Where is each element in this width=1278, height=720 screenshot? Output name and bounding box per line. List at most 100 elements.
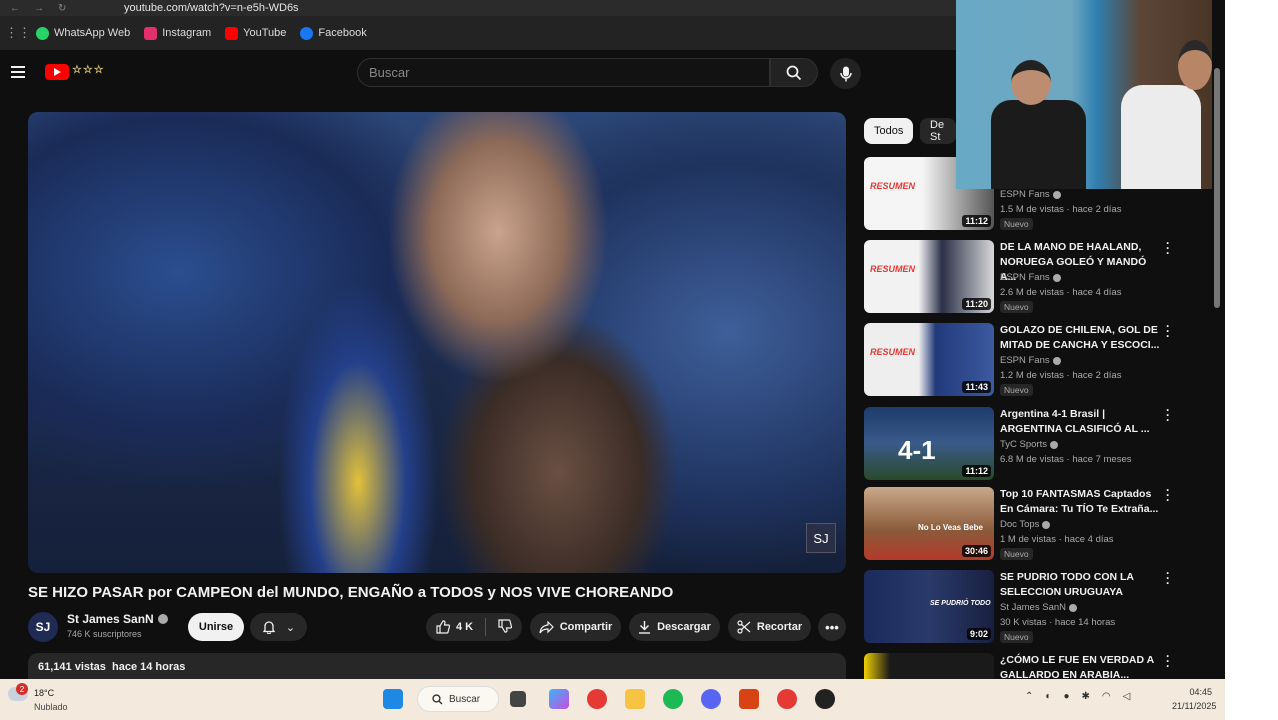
windows-start-icon[interactable]: [383, 689, 403, 709]
thumbnail-text: RESUMEN: [870, 347, 916, 357]
recommendation-title[interactable]: GOLAZO DE CHILENA, GOL DE MITAD DE CANCH…: [1000, 323, 1160, 353]
screen: ← → ↻ youtube.com/watch?v=n-e5h-WD6s ⋮⋮ …: [0, 0, 1278, 720]
more-vertical-icon[interactable]: · · ·: [1164, 320, 1172, 342]
youtube-doodle[interactable]: ☆☆☆: [72, 63, 110, 81]
more-horizontal-icon: •••: [825, 619, 839, 635]
recommendation-item[interactable]: RESUMEN 11:20 DE LA MANO DE HAALAND, NORU…: [864, 237, 1179, 316]
notifications-button[interactable]: ⌄: [250, 613, 307, 641]
recommendation-item[interactable]: ¿CÓMO LE FUE EN VERDAD A GALLARDO EN ARA…: [864, 653, 1179, 679]
bookmark-instagram[interactable]: Instagram: [144, 26, 211, 40]
chevron-up-icon[interactable]: ⌃: [1025, 691, 1033, 702]
bookmark-whatsapp[interactable]: WhatsApp Web: [36, 26, 130, 40]
video-duration: 11:20: [962, 298, 991, 310]
video-thumbnail[interactable]: [864, 653, 994, 679]
recommendation-meta: 1 M de vistas · hace 4 días: [1000, 534, 1114, 545]
video-thumbnail[interactable]: RESUMEN 11:20: [864, 240, 994, 313]
recommendation-channel[interactable]: St James SanN: [1000, 602, 1077, 613]
more-actions-button[interactable]: •••: [818, 613, 846, 641]
share-button[interactable]: Compartir: [530, 613, 621, 641]
spotify-icon[interactable]: [663, 689, 683, 709]
recommendation-title[interactable]: Argentina 4-1 Brasil | ARGENTINA CLASIFI…: [1000, 407, 1160, 437]
search-input[interactable]: Buscar: [357, 58, 770, 87]
channel-name[interactable]: St James SanN: [67, 612, 168, 626]
forward-icon[interactable]: →: [34, 3, 44, 14]
video-thumbnail[interactable]: No Lo Veas Bebe 30:46: [864, 487, 994, 560]
recommendation-channel[interactable]: ESPN Fans: [1000, 355, 1061, 366]
bluetooth-icon[interactable]: ✱: [1081, 691, 1089, 702]
recommendation-item[interactable]: SE PUDRIÓ TODO 9:02 SE PUDRIO TODO CON LA…: [864, 567, 1179, 646]
person-figure: [991, 100, 1086, 189]
recommendation-title[interactable]: ¿CÓMO LE FUE EN VERDAD A GALLARDO EN ARA…: [1000, 653, 1160, 679]
video-player[interactable]: SJ: [28, 112, 846, 573]
url-text[interactable]: youtube.com/watch?v=n-e5h-WD6s: [80, 2, 299, 14]
recommendation-channel[interactable]: ESPN Fans: [1000, 272, 1061, 283]
chip-from-channel[interactable]: De St: [920, 118, 956, 144]
microphone-icon: [839, 66, 852, 81]
wifi-icon[interactable]: ◠: [1102, 691, 1111, 702]
bookmark-youtube[interactable]: YouTube: [225, 26, 286, 40]
channel-avatar[interactable]: SJ: [28, 612, 58, 642]
chip-all[interactable]: Todos: [864, 118, 914, 144]
volume-icon[interactable]: ◁: [1123, 691, 1131, 702]
video-thumbnail[interactable]: SE PUDRIÓ TODO 9:02: [864, 570, 994, 643]
dislike-button[interactable]: [498, 618, 513, 636]
recommendation-meta: 1.5 M de vistas · hace 2 días: [1000, 204, 1122, 215]
taskbar-clock[interactable]: 04:45 21/11/2025: [1172, 685, 1217, 713]
search-button[interactable]: [770, 58, 818, 87]
more-vertical-icon[interactable]: · · ·: [1164, 653, 1172, 672]
more-vertical-icon[interactable]: · · ·: [1164, 484, 1172, 506]
back-icon[interactable]: ←: [10, 3, 20, 14]
recommendation-title[interactable]: Top 10 FANTASMAS Captados En Cámara: Tu …: [1000, 487, 1160, 517]
apps-grid-icon[interactable]: ⋮⋮: [0, 25, 36, 41]
copilot-icon[interactable]: [549, 689, 569, 709]
address-bar[interactable]: ← → ↻ youtube.com/watch?v=n-e5h-WD6s: [0, 0, 956, 16]
recommendation-title[interactable]: SE PUDRIO TODO CON LA SELECCION URUGUAYA: [1000, 570, 1160, 600]
bookmarks-bar: ⋮⋮ WhatsApp Web Instagram YouTube Facebo…: [0, 16, 956, 50]
subscriber-count: 746 K suscriptores: [67, 629, 142, 639]
video-thumbnail[interactable]: RESUMEN 11:43: [864, 323, 994, 396]
more-vertical-icon[interactable]: · · ·: [1164, 567, 1172, 589]
recommendation-channel[interactable]: TyC Sports: [1000, 439, 1058, 450]
video-thumbnail[interactable]: 4-1 11:12: [864, 407, 994, 480]
page-scrollbar[interactable]: [1213, 60, 1221, 675]
recommendation-meta: 2.6 M de vistas · hace 4 días: [1000, 287, 1122, 298]
tray-app-icon[interactable]: ◐: [1045, 691, 1051, 702]
chrome-icon[interactable]: [587, 689, 607, 709]
dts-icon[interactable]: [739, 689, 759, 709]
taskbar-search[interactable]: Buscar: [417, 686, 499, 712]
person-head: [1178, 40, 1212, 90]
scrollbar-thumb[interactable]: [1214, 68, 1220, 308]
recommendation-item[interactable]: 4-1 11:12 Argentina 4-1 Brasil | ARGENTIN…: [864, 404, 1179, 483]
bookmark-facebook[interactable]: Facebook: [300, 26, 367, 40]
chrome-profile-icon[interactable]: [777, 689, 797, 709]
join-button[interactable]: Unirse: [188, 613, 244, 641]
discord-icon[interactable]: [701, 689, 721, 709]
task-view-icon[interactable]: [510, 691, 526, 707]
download-button[interactable]: Descargar: [629, 613, 720, 641]
voice-search-button[interactable]: [830, 58, 861, 89]
app-icon[interactable]: [815, 689, 835, 709]
menu-icon[interactable]: [11, 66, 25, 78]
microphone-icon[interactable]: ●: [1063, 691, 1069, 702]
thumbnail-text: RESUMEN: [870, 181, 916, 191]
verified-icon: [1052, 273, 1061, 282]
recommendation-channel[interactable]: ESPN Fans: [1000, 189, 1061, 200]
youtube-logo-icon[interactable]: [45, 64, 69, 80]
recommendation-item[interactable]: RESUMEN 11:43 GOLAZO DE CHILENA, GOL DE M…: [864, 320, 1179, 399]
reload-icon[interactable]: ↻: [58, 3, 66, 14]
file-explorer-icon[interactable]: [625, 689, 645, 709]
recommendation-item[interactable]: No Lo Veas Bebe 30:46 Top 10 FANTASMAS Ca…: [864, 484, 1179, 563]
recommendation-meta: 1.2 M de vistas · hace 2 días: [1000, 370, 1122, 381]
recommendation-channel[interactable]: Doc Tops: [1000, 519, 1051, 530]
nav-buttons: ← → ↻: [0, 3, 80, 14]
more-vertical-icon[interactable]: · · ·: [1164, 404, 1172, 426]
chevron-down-icon: ⌄: [285, 621, 296, 634]
like-button[interactable]: 4 K: [436, 620, 473, 634]
recommendation-meta: 6.8 M de vistas · hace 7 meses: [1000, 454, 1132, 465]
weather-widget[interactable]: 2 18°C Nublado: [8, 683, 78, 715]
clock-date: 21/11/2025: [1172, 701, 1217, 711]
channel-watermark[interactable]: SJ: [806, 523, 836, 553]
more-vertical-icon[interactable]: · · ·: [1164, 237, 1172, 259]
clip-button[interactable]: Recortar: [728, 613, 811, 641]
system-tray: ⌃ ◐ ● ✱ ◠ ◁: [1025, 691, 1130, 702]
